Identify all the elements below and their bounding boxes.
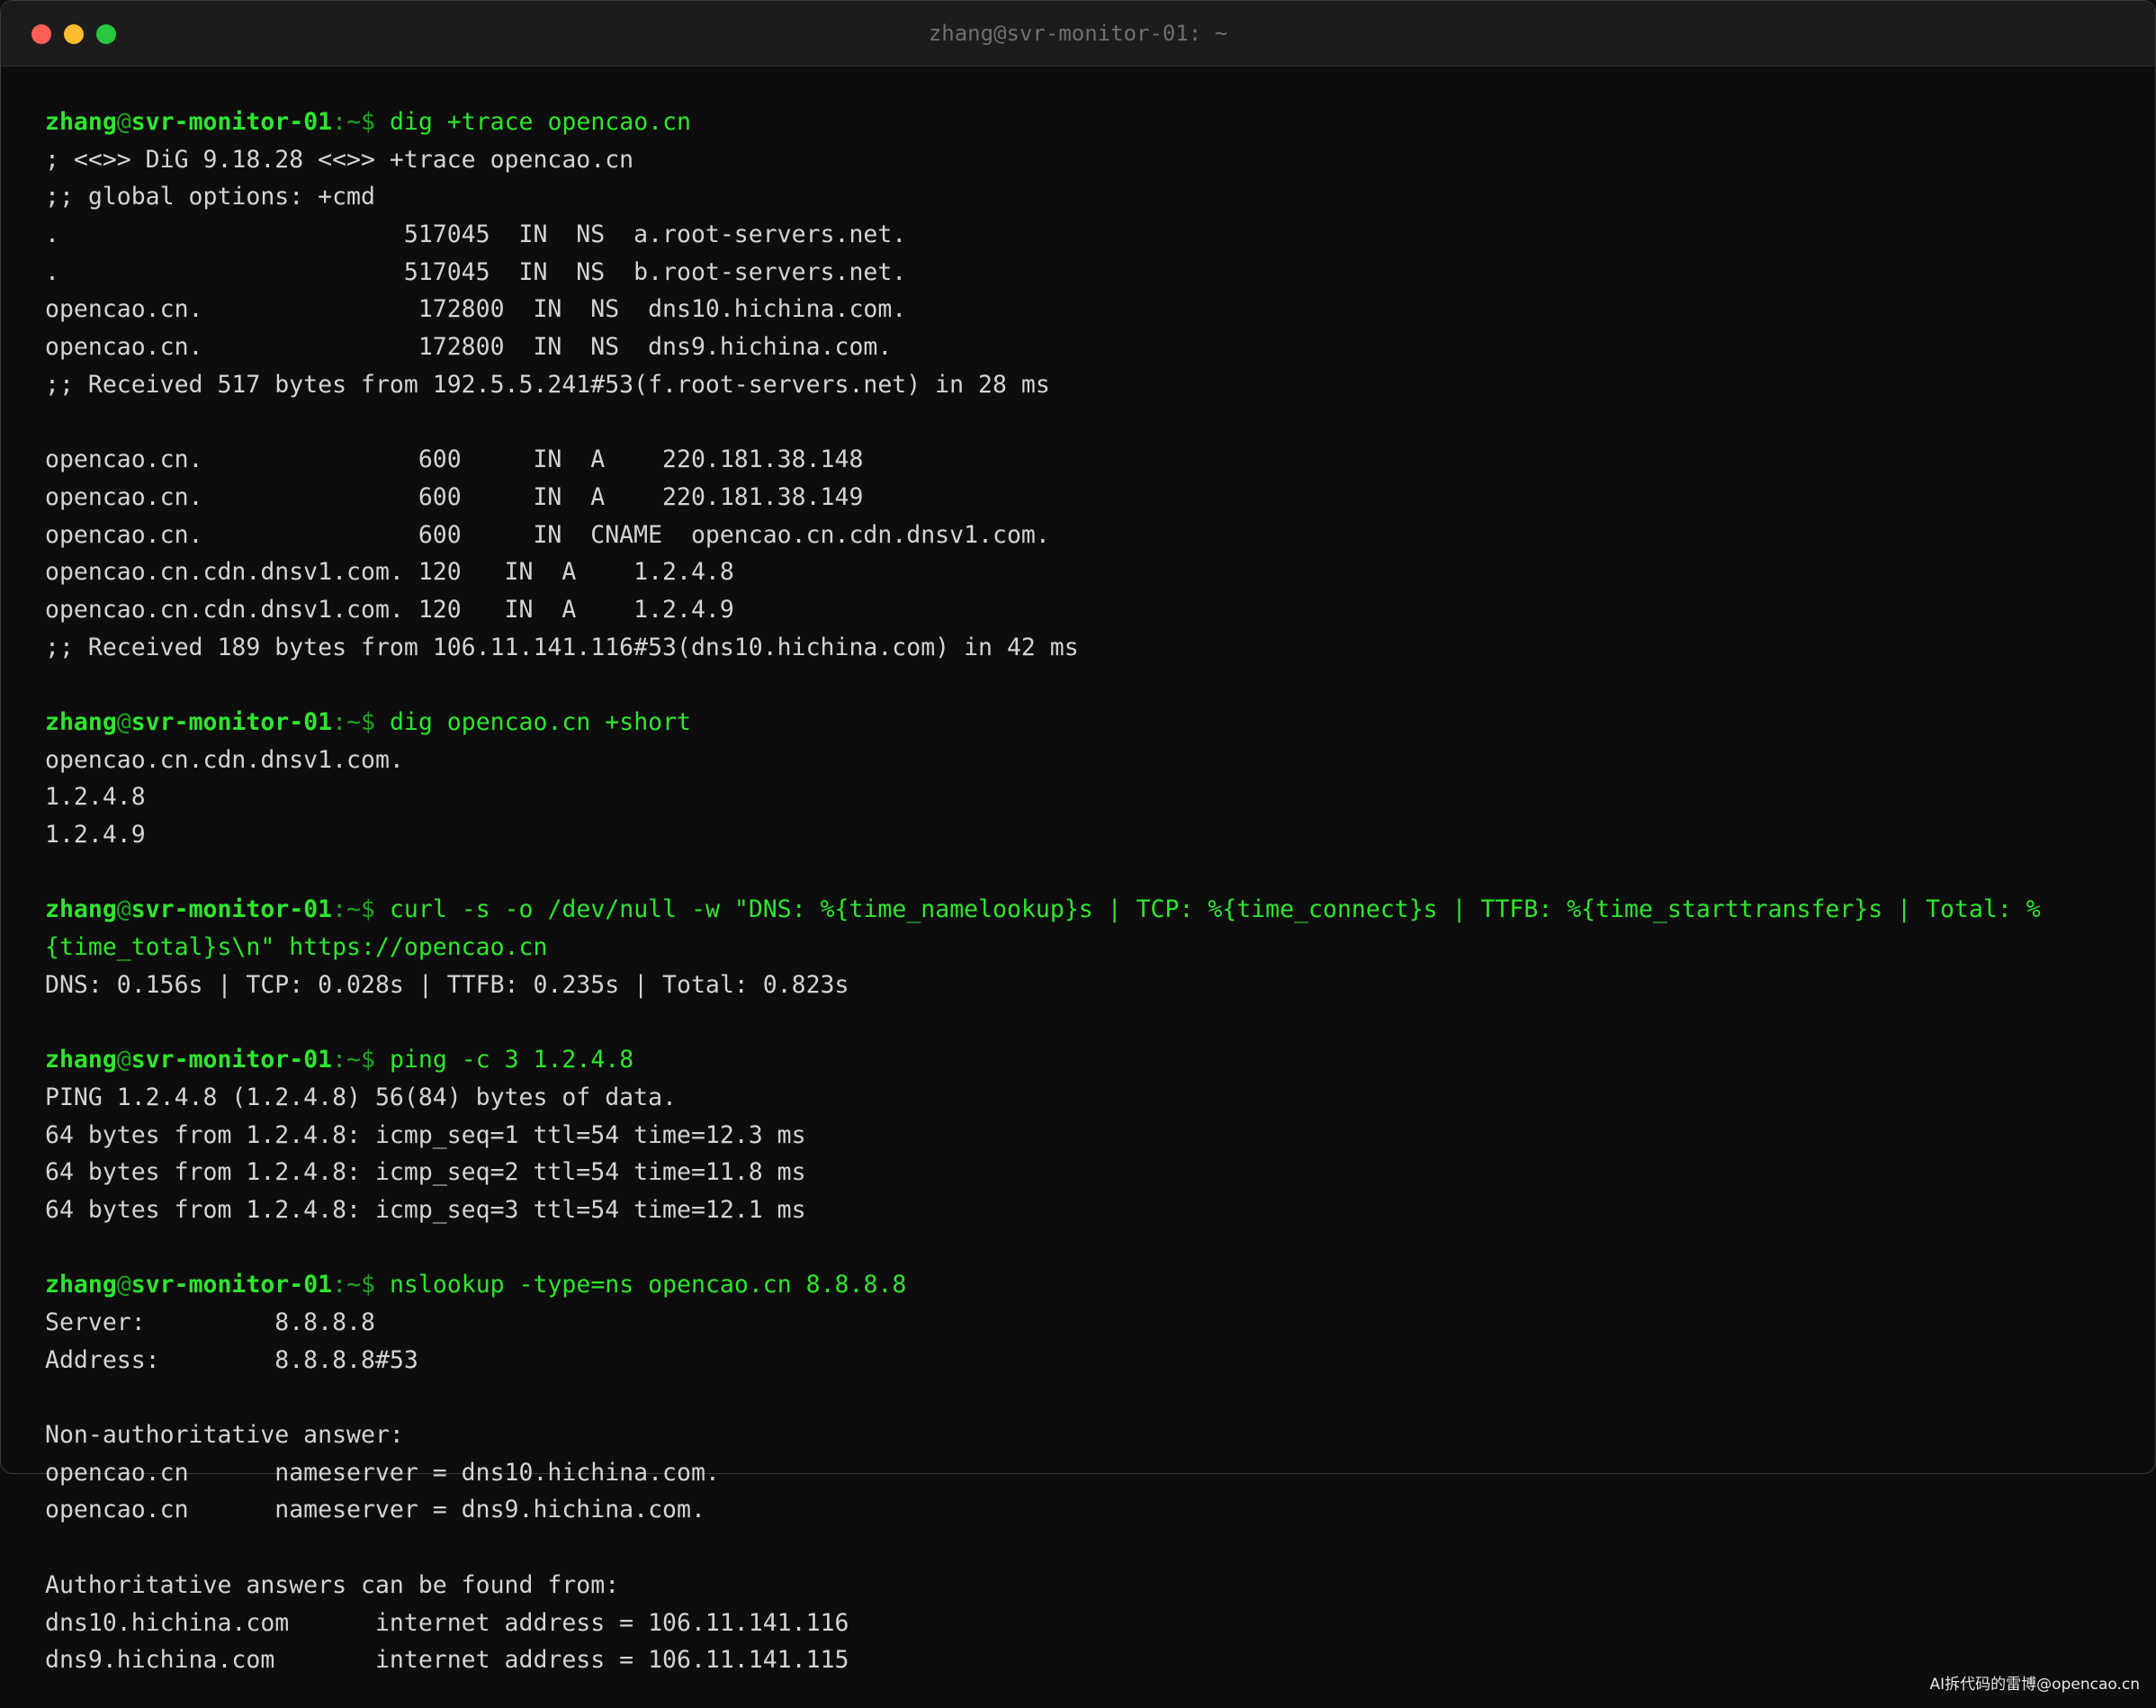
output-line: DNS: 0.156s | TCP: 0.028s | TTFB: 0.235s… — [45, 970, 849, 999]
output-line: opencao.cn. 600 IN A 220.181.38.148 — [45, 445, 864, 474]
prompt-at: @ — [116, 108, 131, 136]
watermark: AI拆代码的雷博@opencao.cn — [1929, 1676, 2140, 1694]
command-line: zhang@svr-monitor-01:~$ curl -s -o /dev/… — [45, 891, 2120, 929]
prompt-path: :~ — [332, 708, 362, 736]
output-line: 64 bytes from 1.2.4.8: icmp_seq=1 ttl=54… — [45, 1120, 806, 1149]
prompt-path: :~ — [332, 108, 362, 136]
command-text: dig opencao.cn +short — [389, 708, 692, 736]
output-line: opencao.cn nameserver = dns9.hichina.com… — [45, 1496, 705, 1524]
window-title: zhang@svr-monitor-01: ~ — [928, 21, 1228, 46]
prompt-host: svr-monitor-01 — [130, 708, 333, 736]
command-text: nslookup -type=ns opencao.cn 8.8.8.8 — [389, 1271, 907, 1299]
output-line: dns10.hichina.com internet address = 106… — [45, 1608, 849, 1637]
output-line: ;; global options: +cmd — [45, 183, 375, 211]
prompt-user: zhang — [45, 108, 117, 136]
command-text: ping -c 3 1.2.4.8 — [389, 1046, 634, 1074]
command-line: zhang@svr-monitor-01:~$ nslookup -type=n… — [45, 1266, 2120, 1304]
command-line: zhang@svr-monitor-01:~$ ping -c 3 1.2.4.… — [45, 1041, 2120, 1079]
output-line: 1.2.4.9 — [45, 821, 146, 850]
prompt-at: @ — [116, 1271, 131, 1299]
output-line: ;; Received 517 bytes from 192.5.5.241#5… — [45, 370, 1050, 399]
prompt-host: svr-monitor-01 — [130, 895, 333, 924]
prompt-user: zhang — [45, 708, 117, 736]
output-line: opencao.cn. 172800 IN NS dns9.hichina.co… — [45, 333, 893, 362]
command-continuation: {time_total}s\n" https://opencao.cn — [45, 933, 548, 962]
terminal-output[interactable]: zhang@svr-monitor-01:~$ dig +trace openc… — [45, 103, 2120, 1679]
prompt-host: svr-monitor-01 — [130, 1271, 333, 1299]
prompt-dollar: $ — [361, 895, 390, 924]
prompt-at: @ — [116, 895, 131, 924]
output-line: opencao.cn nameserver = dns10.hichina.co… — [45, 1458, 720, 1487]
output-line: opencao.cn. 600 IN A 220.181.38.149 — [45, 482, 864, 511]
output-line: opencao.cn. 172800 IN NS dns10.hichina.c… — [45, 295, 907, 324]
prompt-at: @ — [116, 1046, 131, 1074]
prompt-dollar: $ — [361, 708, 390, 736]
output-line: opencao.cn. 600 IN CNAME opencao.cn.cdn.… — [45, 520, 1050, 549]
prompt-dollar: $ — [361, 1046, 390, 1074]
prompt-dollar: $ — [361, 108, 390, 136]
prompt-user: zhang — [45, 895, 117, 924]
output-line: ; <<>> DiG 9.18.28 <<>> +trace opencao.c… — [45, 145, 634, 174]
prompt-user: zhang — [45, 1271, 117, 1299]
output-line: 64 bytes from 1.2.4.8: icmp_seq=2 ttl=54… — [45, 1158, 806, 1187]
output-line: PING 1.2.4.8 (1.2.4.8) 56(84) bytes of d… — [45, 1083, 677, 1111]
prompt-path: :~ — [332, 1046, 362, 1074]
prompt-at: @ — [116, 708, 131, 736]
output-line: . 517045 IN NS b.root-servers.net. — [45, 257, 907, 286]
command-line: zhang@svr-monitor-01:~$ dig +trace openc… — [45, 103, 2120, 141]
output-line: opencao.cn.cdn.dnsv1.com. 120 IN A 1.2.4… — [45, 558, 734, 587]
prompt-user: zhang — [45, 1046, 117, 1074]
output-line: opencao.cn.cdn.dnsv1.com. 120 IN A 1.2.4… — [45, 595, 734, 624]
title-bar[interactable]: zhang@svr-monitor-01: ~ — [1, 1, 2155, 67]
command-line: zhang@svr-monitor-01:~$ dig opencao.cn +… — [45, 704, 2120, 742]
prompt-host: svr-monitor-01 — [130, 108, 333, 136]
output-line: ;; Received 189 bytes from 106.11.141.11… — [45, 633, 1079, 661]
output-line: 1.2.4.8 — [45, 783, 146, 812]
output-line: opencao.cn.cdn.dnsv1.com. — [45, 745, 404, 774]
output-line: Server: 8.8.8.8 — [45, 1308, 375, 1336]
prompt-dollar: $ — [361, 1271, 390, 1299]
command-text: curl -s -o /dev/null -w "DNS: %{time_nam… — [389, 895, 2041, 924]
terminal-window: zhang@svr-monitor-01: ~ zhang@svr-monito… — [0, 0, 2156, 1708]
output-line: Address: 8.8.8.8#53 — [45, 1345, 418, 1374]
prompt-path: :~ — [332, 1271, 362, 1299]
command-text: dig +trace opencao.cn — [389, 108, 692, 136]
output-line: . 517045 IN NS a.root-servers.net. — [45, 220, 907, 249]
output-line: dns9.hichina.com internet address = 106.… — [45, 1646, 849, 1675]
prompt-path: :~ — [332, 895, 362, 924]
output-line: Authoritative answers can be found from: — [45, 1570, 620, 1599]
prompt-host: svr-monitor-01 — [130, 1046, 333, 1074]
output-line: Non-authoritative answer: — [45, 1421, 404, 1450]
output-line: 64 bytes from 1.2.4.8: icmp_seq=3 ttl=54… — [45, 1195, 806, 1224]
